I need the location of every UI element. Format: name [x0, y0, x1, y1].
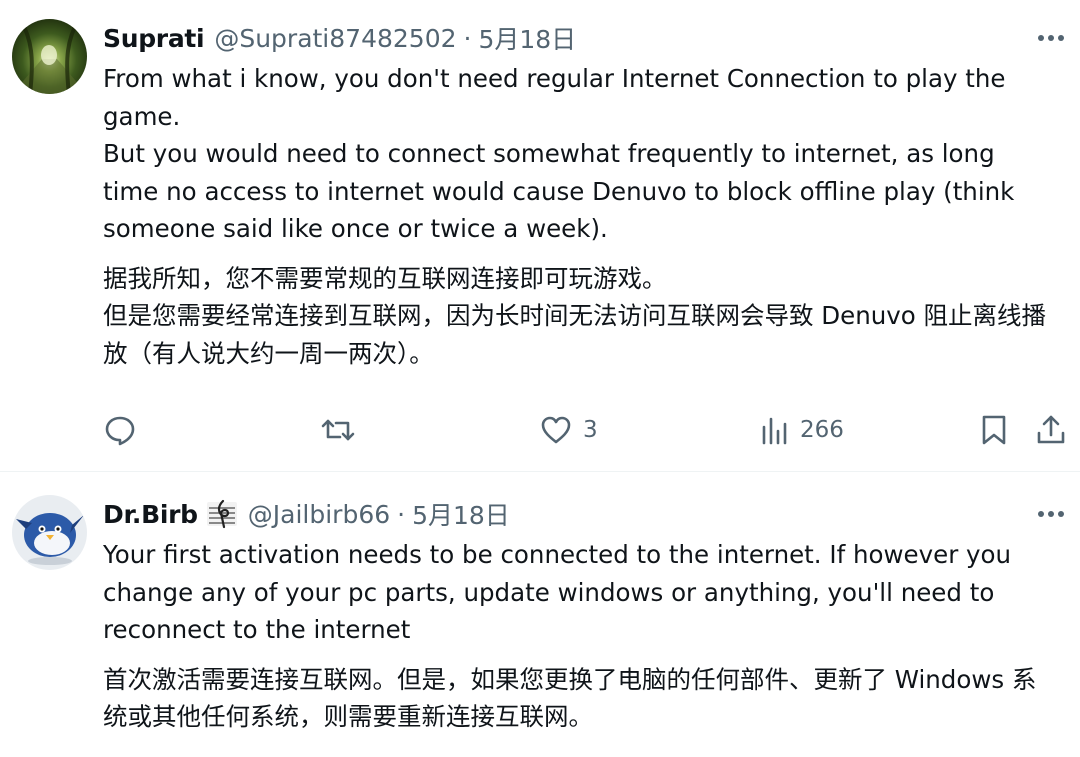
tweet-suprati[interactable]: Suprati @Suprati87482502 · 5月18日 From wh… [0, 0, 1080, 471]
view-count: 266 [800, 417, 844, 443]
avatar-suprati[interactable] [12, 19, 87, 94]
forest-tunnel-avatar-image [12, 19, 87, 94]
separator-dot: · [463, 23, 472, 53]
tweet-date[interactable]: 5月18日 [412, 496, 510, 532]
tweet-text-en-1: From what i know, you don't need regular… [103, 64, 1006, 131]
more-icon[interactable] [1036, 28, 1066, 48]
share-button[interactable] [1035, 410, 1067, 450]
tweet-header: Suprati @Suprati87482502 · 5月18日 [103, 20, 576, 56]
tweet-text: From what i know, you don't need regular… [103, 60, 1050, 372]
like-button[interactable]: 3 [539, 410, 598, 450]
views-icon [762, 417, 787, 445]
share-icon [1037, 415, 1065, 444]
tweet-actions: 3 266 [0, 410, 1080, 450]
tweet-drbirb[interactable]: Dr.Birb @Jailbirb66 · 5月18日 Your first a… [0, 472, 1080, 757]
retweet-button[interactable] [320, 410, 356, 450]
reply-icon [105, 416, 135, 446]
more-icon[interactable] [1036, 504, 1066, 524]
bookmark-icon [982, 415, 1006, 445]
tweet-text-en-2: But you would need to connect somewhat f… [103, 139, 1015, 243]
user-handle[interactable]: @Suprati87482502 [214, 24, 456, 53]
retweet-icon [321, 419, 355, 441]
tweet-header: Dr.Birb @Jailbirb66 · 5月18日 [103, 496, 510, 532]
like-count: 3 [583, 417, 598, 443]
tweet-date[interactable]: 5月18日 [478, 20, 576, 56]
avatar-drbirb[interactable] [12, 495, 87, 570]
display-name[interactable]: Suprati [103, 24, 205, 53]
display-name[interactable]: Dr.Birb [103, 500, 198, 529]
bird-avatar-image [12, 495, 87, 570]
bookmark-button[interactable] [979, 410, 1009, 450]
tweet-text-en-1: Your first activation needs to be connec… [103, 540, 1012, 644]
tweet-text-zh-2: 但是您需要经常连接到互联网，因为长时间无法访问互联网会导致 Denuvo 阻止离… [103, 301, 1047, 368]
reply-button[interactable] [103, 410, 137, 450]
separator-dot: · [397, 499, 406, 529]
heart-icon [541, 416, 571, 444]
tweet-text-zh-1: 首次激活需要连接互联网。但是，如果您更换了电脑的任何部件、更新了 Windows… [103, 664, 1037, 732]
music-note-badge-icon [206, 499, 238, 529]
tweet-text: Your first activation needs to be connec… [103, 536, 1050, 736]
views-button[interactable]: 266 [760, 410, 844, 450]
tweet-text-zh-1: 据我所知，您不需要常规的互联网连接即可玩游戏。 [103, 263, 667, 293]
user-handle[interactable]: @Jailbirb66 [248, 500, 390, 529]
